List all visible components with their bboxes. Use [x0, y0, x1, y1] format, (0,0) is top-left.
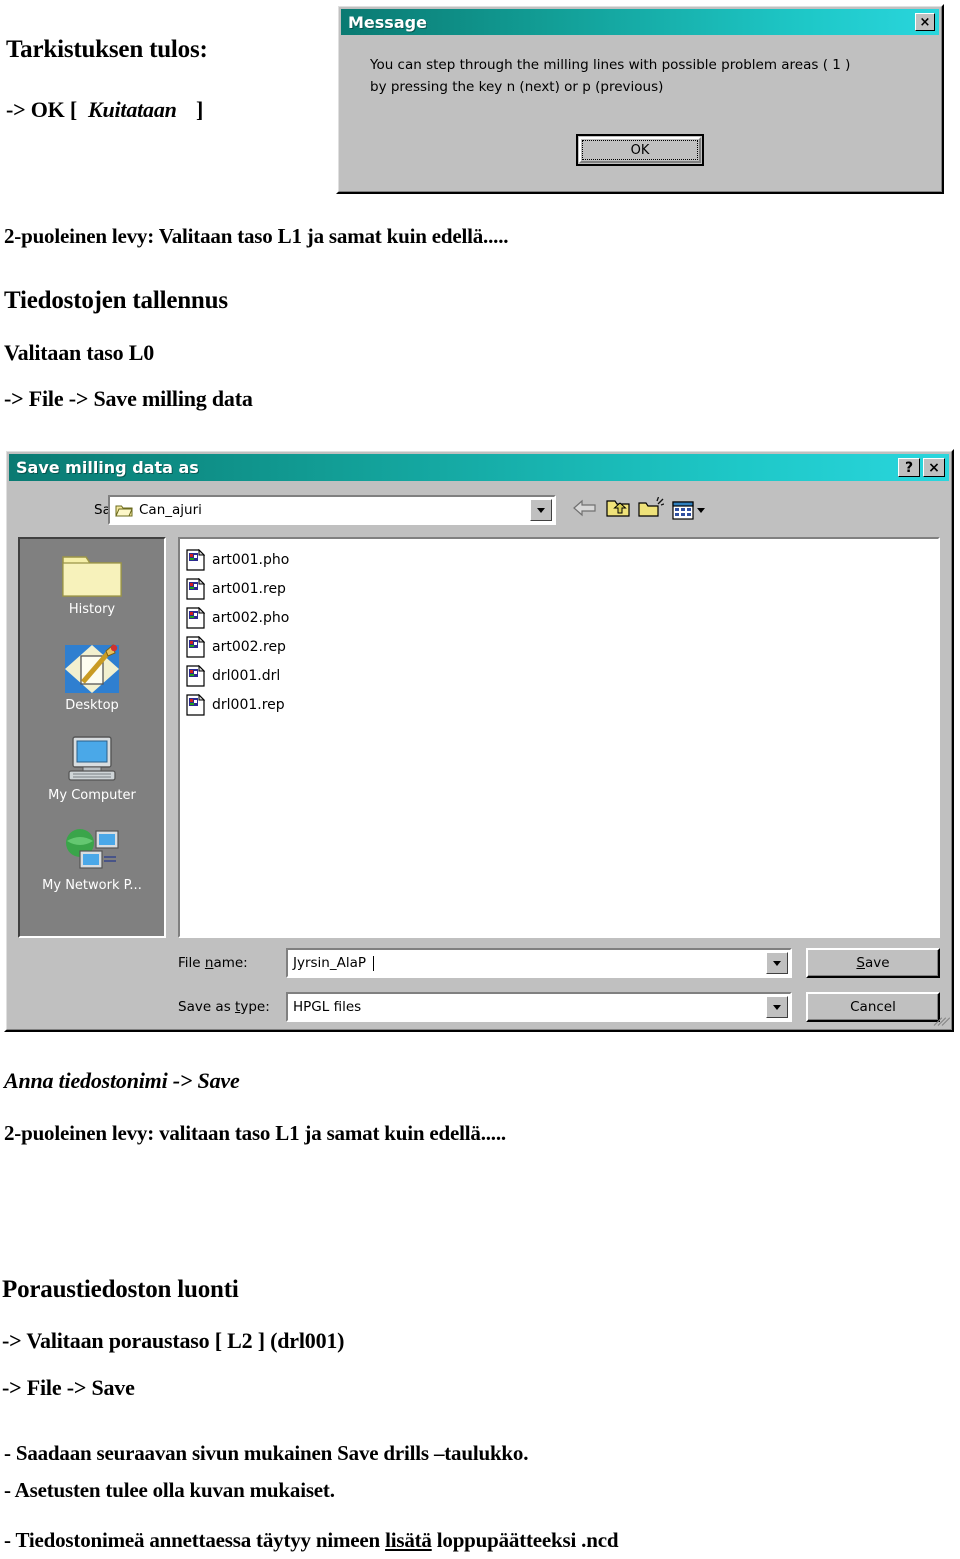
cancel-button[interactable]: Cancel [806, 992, 940, 1022]
ok-button-label: OK [630, 142, 650, 158]
my-network-places-icon [66, 829, 119, 869]
save-in-value-wrap: Can_ajuri [110, 502, 202, 518]
message-text-line-1: You can step through the milling lines w… [370, 57, 851, 73]
file-name-value-wrap: Jyrsin_AlaP [288, 955, 375, 971]
place-label: My Network P... [42, 878, 142, 893]
place-item-history[interactable]: History [20, 545, 164, 637]
file-list-item[interactable]: drl001.drl [186, 661, 938, 690]
doc-line-l4: Tiedostojen tallennus [4, 287, 228, 314]
final-note-emphasis: lisätä [385, 1528, 432, 1552]
save-in-label: Save in: [16, 502, 148, 518]
file-document-icon [186, 664, 205, 687]
file-document-icon [186, 693, 205, 716]
resize-grip[interactable] [933, 1013, 951, 1026]
views-icon[interactable] [672, 500, 705, 520]
doc-line-l1: Tarkistuksen tulos: [6, 36, 208, 63]
doc-line-l11: -> File -> Save [2, 1375, 135, 1400]
file-document-icon [186, 606, 205, 629]
save-as-type-combobox[interactable]: HPGL files [286, 992, 792, 1022]
text-caret [373, 955, 375, 971]
doc-line-l13: - Asetusten tulee olla kuvan mukaiset. [4, 1478, 335, 1502]
doc-line-l2i: Kuitataan [88, 97, 177, 122]
save-milling-data-dialog: Save milling data as ? × Save in: Can_aj… [4, 449, 954, 1032]
message-dialog-body: You can step through the milling lines w… [370, 54, 928, 99]
file-name-text: art001.rep [212, 580, 286, 597]
place-label: Desktop [65, 698, 119, 713]
doc-line-l10: -> Valitaan poraustaso [ L2 ] (drl001) [2, 1328, 345, 1353]
place-item-my-network-places[interactable]: My Network P... [20, 821, 164, 913]
file-list-item[interactable]: drl001.rep [186, 690, 938, 719]
file-name-value: Jyrsin_AlaP [293, 955, 367, 971]
save-button-label: Save [856, 955, 890, 971]
desktop-icon [65, 644, 119, 693]
file-name-text: drl001.drl [212, 667, 281, 684]
message-dialog-button-row: OK [338, 134, 942, 166]
save-dialog-title: Save milling data as [16, 458, 199, 477]
file-name-text: art002.pho [212, 609, 290, 626]
doc-line-l12: - Saadaan seuraavan sivun mukainen Save … [4, 1441, 529, 1465]
file-name-combobox[interactable]: Jyrsin_AlaP [286, 948, 792, 978]
doc-line-l2e: ] [196, 97, 204, 122]
place-item-desktop[interactable]: Desktop [20, 637, 164, 729]
save-dialog-titlebar[interactable]: Save milling data as ? × [9, 454, 949, 481]
save-button[interactable]: Save [806, 948, 940, 978]
file-name-text: art002.rep [212, 638, 286, 655]
save-as-type-row: Save as type: HPGL files Cancel [178, 991, 940, 1023]
file-list[interactable]: art001.pho art001.rep art002.pho art002.rep… [178, 537, 940, 938]
file-name-label: File name: [178, 955, 248, 971]
ok-button[interactable]: OK [576, 134, 704, 166]
up-one-level-icon[interactable] [606, 497, 630, 523]
folder-icon [115, 505, 133, 516]
message-dialog-titlebar[interactable]: Message × [341, 9, 939, 35]
doc-line-l6: -> File -> Save milling data [4, 386, 253, 411]
save-in-combobox[interactable]: Can_ajuri [108, 495, 556, 525]
doc-line-l3: 2-puoleinen levy: Valitaan taso L1 ja sa… [4, 224, 509, 248]
file-list-item[interactable]: art002.pho [186, 603, 938, 632]
message-text-line-2: by pressing the key n (next) or p (previ… [370, 79, 664, 96]
chevron-down-icon[interactable] [766, 952, 788, 974]
save-as-type-label: Save as type: [178, 999, 270, 1015]
file-list-item[interactable]: art001.rep [186, 574, 938, 603]
doc-line-l2: -> OK [ [6, 97, 78, 122]
back-icon[interactable] [572, 498, 598, 523]
doc-line-final-note: - Tiedostonimeä annettaessa täytyy nimee… [4, 1528, 619, 1553]
chevron-down-icon[interactable] [766, 996, 788, 1018]
message-dialog-window-buttons: × [915, 13, 939, 31]
place-item-my-computer[interactable]: My Computer [20, 729, 164, 821]
message-dialog: Message × You can step through the milli… [336, 4, 944, 194]
chevron-down-icon[interactable] [530, 499, 552, 521]
file-document-icon [186, 548, 205, 571]
message-dialog-title: Message [348, 12, 427, 32]
save-as-type-value: HPGL files [293, 999, 362, 1015]
file-list-item[interactable]: art002.rep [186, 632, 938, 661]
doc-line-l5: Valitaan taso L0 [4, 340, 155, 365]
history-folder-icon [62, 556, 122, 597]
save-dialog-window-buttons: ? × [898, 458, 945, 477]
doc-line-l8: 2-puoleinen levy: valitaan taso L1 ja sa… [4, 1121, 506, 1145]
file-document-icon [186, 577, 205, 600]
final-note-suffix: loppupäätteeksi .ncd [431, 1528, 619, 1552]
save-in-value: Can_ajuri [139, 502, 202, 518]
close-icon[interactable]: × [915, 13, 935, 31]
chevron-down-icon[interactable] [697, 507, 705, 513]
final-note-prefix: - Tiedostonimeä annettaessa täytyy nimee… [4, 1528, 386, 1552]
place-label: History [68, 602, 116, 617]
document-page: Tarkistuksen tulos: -> OK [ Kuitataan ] 2-… [0, 0, 960, 1559]
place-label: My Computer [48, 788, 136, 803]
file-name-row: File name: Jyrsin_AlaP Save [178, 947, 940, 979]
file-name-text: art001.pho [212, 551, 290, 568]
doc-line-l9: Poraustiedoston luonti [2, 1276, 239, 1303]
places-bar: History Desktop My Computer My Network P… [18, 537, 166, 938]
help-icon[interactable]: ? [898, 458, 920, 477]
save-in-row: Save in: Can_ajuri [16, 493, 942, 527]
my-computer-icon [68, 736, 116, 781]
file-document-icon [186, 635, 205, 658]
file-name-text: drl001.rep [212, 696, 285, 713]
new-folder-icon[interactable] [638, 496, 665, 523]
doc-line-l7: Anna tiedostonimi -> Save [4, 1068, 240, 1093]
save-dialog-toolbar [572, 496, 705, 523]
file-list-item[interactable]: art001.pho [186, 545, 938, 574]
close-icon[interactable]: × [923, 458, 945, 477]
cancel-button-label: Cancel [850, 999, 896, 1015]
